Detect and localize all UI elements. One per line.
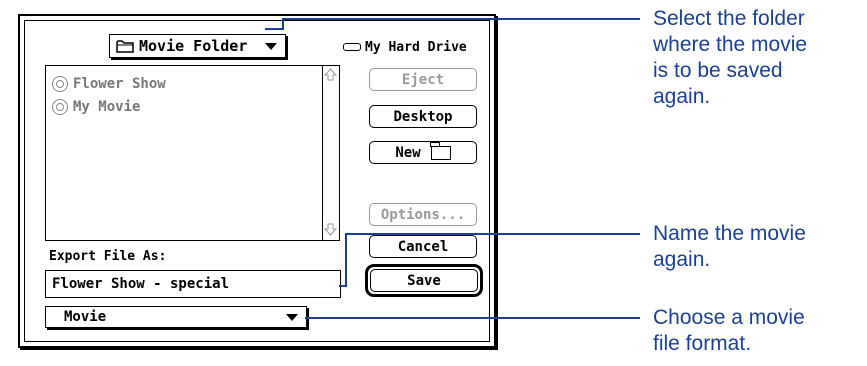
callout-name-line1: Name the movie [653, 222, 806, 245]
callout-format: Choose a movie file format. [653, 305, 805, 357]
callout-folder-line2: where the movie [653, 33, 808, 56]
callout-format-line1: Choose a movie [653, 306, 805, 329]
callout-name: Name the movie again. [653, 221, 806, 273]
callout-name-line2: again. [653, 248, 711, 271]
callout-line-folder [265, 18, 640, 30]
callout-line-name [339, 233, 640, 287]
callout-folder-line3: is to be saved [653, 59, 783, 82]
callout-folder-line1: Select the folder [653, 7, 805, 30]
callout-format-line2: file format. [653, 332, 752, 355]
callout-folder-line4: again. [653, 85, 711, 108]
callout-folder: Select the folder where the movie is to … [653, 6, 807, 110]
